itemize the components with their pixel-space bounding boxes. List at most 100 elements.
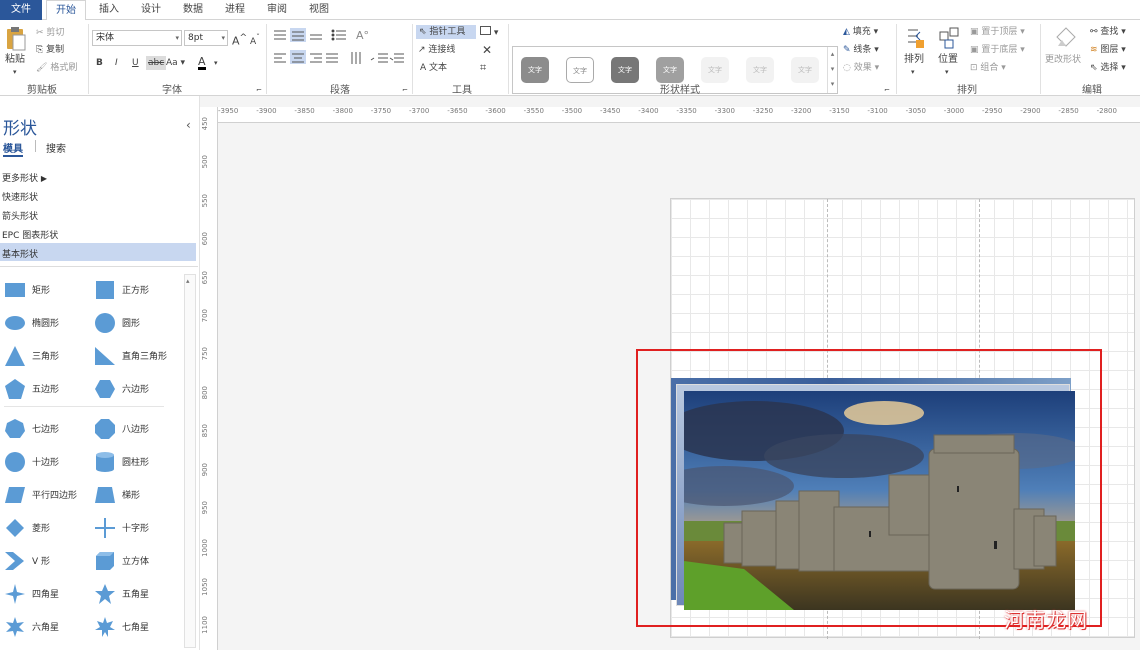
group-separator (266, 24, 267, 94)
chevron-down-icon[interactable]: ▾ (214, 57, 218, 69)
arrange-icon (908, 29, 924, 48)
pointer-tool-button[interactable]: ⇖ 指针工具 (416, 25, 476, 39)
connector-tool-button[interactable]: ↗ 连接线 (418, 44, 455, 56)
tab-process[interactable]: 进程 (218, 0, 252, 20)
ruler-tick-label: -3100 (867, 107, 888, 115)
chevron-up-icon[interactable]: ▴ (186, 277, 190, 285)
format-painter-button[interactable]: 🖌 格式刷 (36, 62, 77, 74)
font-size-value: 8pt (188, 33, 203, 43)
copy-button[interactable]: ⎘ 复制 (36, 44, 64, 56)
crop-icon[interactable]: ⌗ (480, 62, 486, 74)
gallery-scroll[interactable]: ▴ ▾ ▾ (827, 47, 837, 93)
ruler-tick-label: -3350 (676, 107, 697, 115)
tab-data[interactable]: 数据 (176, 0, 210, 20)
layers-icon: ≋ (1090, 45, 1098, 55)
layers-button[interactable]: ≋ 图层 ▾ (1090, 44, 1126, 56)
shape-label: 正方形 (122, 286, 150, 296)
stencil-quick-shapes[interactable]: 快速形状 (2, 190, 38, 203)
style-swatch[interactable]: 文字 (656, 57, 684, 83)
send-back-label: 置于底层 (981, 45, 1018, 55)
dialog-launcher-icon[interactable]: ⌐ (884, 84, 890, 96)
decagon-icon (5, 452, 25, 472)
bold-button[interactable]: B (96, 57, 103, 69)
diamond-icon (6, 519, 24, 537)
watermark: 河南龙网 (1004, 608, 1088, 632)
style-swatch[interactable]: 文字 (566, 57, 594, 83)
stencil-arrow-shapes[interactable]: 箭头形状 (2, 209, 38, 222)
tab-stencils[interactable]: 模具 (3, 140, 23, 157)
arrange-label: 排列 (904, 54, 924, 65)
paste-button[interactable]: 粘贴 ▾ (4, 26, 28, 78)
chevron-icon (5, 552, 24, 570)
change-shape-button[interactable]: 更改形状 (1044, 26, 1088, 76)
seven-point-star-icon (95, 617, 115, 637)
bring-to-front-button[interactable]: ▣ 置于顶层 ▾ (970, 26, 1025, 38)
chevron-left-icon[interactable]: ‹ (186, 118, 191, 132)
grow-font-button[interactable]: A^ (232, 32, 247, 48)
ruler-tick-label: 900 (201, 462, 209, 476)
shapes-panel-title: 形状 (3, 119, 37, 139)
rectangle-tool-button[interactable]: ▾ (480, 26, 498, 39)
cylinder-icon (96, 452, 114, 472)
send-to-back-button[interactable]: ▣ 置于底层 ▾ (970, 44, 1025, 56)
dialog-launcher-icon[interactable]: ⌐ (256, 84, 262, 96)
ruler-tick-label: 550 (201, 193, 209, 208)
shape-label: 十边形 (32, 458, 60, 468)
shrink-font-button[interactable]: Aˇ (250, 32, 260, 48)
chevron-down-icon: ▾ (175, 34, 179, 42)
arrange-button[interactable]: 排列 ▾ (902, 26, 932, 78)
close-icon[interactable]: ✕ (482, 44, 492, 56)
text-tool-button[interactable]: A 文本 (420, 62, 447, 74)
selection-highlight-box (636, 349, 1102, 627)
tab-home[interactable]: 开始 (46, 0, 86, 21)
style-swatch[interactable]: 文字 (701, 57, 729, 83)
font-color-button[interactable]: A (198, 56, 206, 70)
shape-label: 平行四边形 (32, 491, 78, 501)
shapes-scrollbar[interactable]: ▴ (184, 274, 196, 648)
group-button[interactable]: ⊡ 组合 ▾ (970, 62, 1006, 74)
find-button[interactable]: ⚯ 查找 ▾ (1090, 26, 1126, 38)
change-case-button[interactable]: Aa ▾ (166, 57, 185, 69)
stencil-basic-shapes[interactable]: 基本形状 (2, 247, 38, 260)
shape-label: 菱形 (32, 524, 51, 534)
cut-button[interactable]: ✂ 剪切 (36, 27, 64, 39)
fill-button[interactable]: ◭ 填充 ▾ (843, 26, 878, 38)
dialog-launcher-icon[interactable]: ⌐ (402, 84, 408, 96)
more-shapes-menu[interactable]: 更多形状 ▶ (2, 171, 47, 184)
text-icon: A (420, 63, 427, 73)
divider (35, 140, 36, 152)
style-swatch[interactable]: 文字 (791, 57, 819, 83)
font-name-select[interactable]: 宋体 ▾ (92, 30, 182, 46)
style-swatch[interactable]: 文字 (746, 57, 774, 83)
ribbon-tab-bar: 文件 开始 插入 设计 数据 进程 审阅 视图 (0, 0, 1140, 21)
shape-label: 八边形 (122, 425, 150, 435)
font-size-select[interactable]: 8pt ▾ (184, 30, 228, 46)
stencil-epc-shapes[interactable]: EPC 图表形状 (2, 228, 58, 241)
effects-button[interactable]: ◌ 效果 ▾ (843, 62, 879, 74)
select-button[interactable]: ⇖ 选择 ▾ (1090, 62, 1126, 74)
group-separator (1040, 24, 1041, 94)
shapes-panel: 形状 ‹ 模具 搜索 更多形状 ▶ 快速形状 箭头形状 EPC 图表形状 基本形… (0, 96, 200, 650)
tab-insert[interactable]: 插入 (92, 0, 126, 20)
rotate-text-icon[interactable]: A° (356, 30, 369, 42)
tab-design[interactable]: 设计 (134, 0, 168, 20)
tab-review[interactable]: 审阅 (260, 0, 294, 20)
shape-label: 七边形 (32, 425, 60, 435)
position-button[interactable]: 位置 ▾ (936, 26, 966, 78)
tab-view[interactable]: 视图 (302, 0, 336, 20)
chevron-down-icon: ▾ (221, 34, 225, 42)
style-swatch[interactable]: 文字 (611, 57, 639, 83)
find-label: 查找 (1100, 27, 1119, 37)
underline-button[interactable]: U (132, 57, 139, 69)
format-painter-label: 格式刷 (50, 63, 78, 73)
tab-file[interactable]: 文件 (0, 0, 42, 20)
italic-button[interactable]: I (115, 57, 118, 69)
strikethrough-button[interactable]: abc (146, 56, 167, 70)
tab-search[interactable]: 搜索 (46, 140, 66, 155)
change-shape-label: 更改形状 (1045, 55, 1082, 65)
bring-front-label: 置于顶层 (981, 27, 1018, 37)
shape-label: 四角星 (32, 590, 60, 600)
line-button[interactable]: ✎ 线条 ▾ (843, 44, 879, 56)
style-swatch[interactable]: 文字 (521, 57, 549, 83)
shape-label: 十字形 (122, 524, 150, 534)
